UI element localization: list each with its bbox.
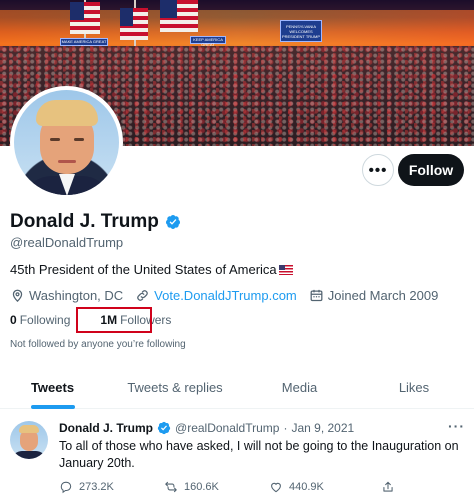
avatar-image bbox=[14, 90, 119, 195]
banner-flag-left bbox=[70, 2, 100, 34]
tab-tweets[interactable]: Tweets bbox=[0, 366, 105, 409]
joined-text: Joined March 2009 bbox=[327, 288, 439, 303]
retweet-button[interactable]: 160.6K bbox=[164, 480, 269, 494]
share-button[interactable] bbox=[381, 480, 395, 494]
reply-count: 273.2K bbox=[79, 481, 114, 493]
profile-meta: Washington, DC Vote.DonaldJTrump.com Joi… bbox=[10, 288, 450, 303]
tweet-author[interactable]: Donald J. Trump bbox=[59, 421, 153, 435]
tab-likes[interactable]: Likes bbox=[354, 366, 474, 409]
tweet-actions: 273.2K 160.6K 440.9K bbox=[59, 480, 419, 494]
share-icon bbox=[383, 481, 393, 492]
us-flag-icon bbox=[278, 264, 293, 275]
active-tab-indicator bbox=[30, 405, 75, 409]
banner-sign-left: MAKE AMERICA GREAT AGAIN bbox=[60, 38, 108, 49]
follow-button[interactable]: Follow bbox=[398, 154, 464, 186]
like-count: 440.9K bbox=[289, 481, 324, 493]
tweet[interactable]: Donald J. Trump @realDonaldTrump · Jan 9… bbox=[0, 410, 474, 502]
retweet-icon bbox=[165, 481, 177, 493]
not-followed-note: Not followed by anyone you’re following bbox=[10, 339, 186, 350]
profile-joined: Joined March 2009 bbox=[309, 288, 439, 303]
tweet-text: To all of those who have asked, I will n… bbox=[59, 439, 459, 470]
tweet-avatar[interactable] bbox=[10, 421, 48, 459]
profile-handle: @realDonaldTrump bbox=[10, 235, 124, 250]
retweet-count: 160.6K bbox=[184, 481, 219, 493]
like-button[interactable]: 440.9K bbox=[269, 480, 381, 494]
tab-label: Likes bbox=[398, 380, 430, 395]
tweet-more-button[interactable]: ··· bbox=[448, 418, 465, 434]
reply-button[interactable]: 273.2K bbox=[59, 480, 164, 494]
tab-media[interactable]: Media bbox=[245, 366, 354, 409]
banner-flag-right bbox=[160, 0, 198, 32]
profile-website[interactable]: Vote.DonaldJTrump.com bbox=[135, 288, 297, 303]
more-options-button[interactable]: ••• bbox=[362, 154, 394, 186]
banner-sign-main: PENNSYLVANIA WELCOMES PRESIDENT TRUMP bbox=[280, 20, 322, 42]
profile-name: Donald J. Trump bbox=[10, 211, 159, 232]
tweet-handle[interactable]: @realDonaldTrump bbox=[175, 421, 279, 435]
verified-badge-icon bbox=[157, 421, 171, 435]
profile-tabs: Tweets Tweets & replies Media Likes bbox=[0, 366, 474, 409]
location-text: Washington, DC bbox=[29, 288, 124, 303]
tab-label: Media bbox=[281, 380, 318, 395]
banner-flag-middle bbox=[120, 8, 148, 40]
verified-badge-icon bbox=[165, 215, 180, 229]
following-count: 0 bbox=[10, 313, 17, 327]
tweet-header: Donald J. Trump @realDonaldTrump · Jan 9… bbox=[59, 421, 354, 435]
bio-text: 45th President of the United States of A… bbox=[10, 262, 277, 277]
followers-highlight-box bbox=[76, 307, 152, 333]
following-label: Following bbox=[19, 313, 71, 327]
heart-icon bbox=[271, 482, 281, 493]
tab-label: Tweets & replies bbox=[127, 380, 223, 395]
profile-avatar[interactable] bbox=[10, 86, 123, 199]
tab-label: Tweets bbox=[30, 380, 75, 395]
link-icon bbox=[137, 290, 148, 301]
location-pin-icon bbox=[12, 289, 23, 302]
profile-bio: 45th President of the United States of A… bbox=[10, 262, 293, 277]
website-link[interactable]: Vote.DonaldJTrump.com bbox=[154, 288, 297, 303]
following-link[interactable]: 0 Following bbox=[10, 313, 70, 327]
profile-location: Washington, DC bbox=[10, 288, 123, 303]
banner-sign-middle: KEEP AMERICA GREAT bbox=[190, 36, 226, 47]
profile-name-row: Donald J. Trump bbox=[10, 211, 181, 233]
tweet-separator: · bbox=[283, 421, 288, 435]
calendar-icon bbox=[310, 289, 323, 302]
tab-tweets-and-replies[interactable]: Tweets & replies bbox=[105, 366, 245, 409]
tweet-date[interactable]: Jan 9, 2021 bbox=[291, 421, 354, 435]
reply-icon bbox=[60, 481, 72, 494]
